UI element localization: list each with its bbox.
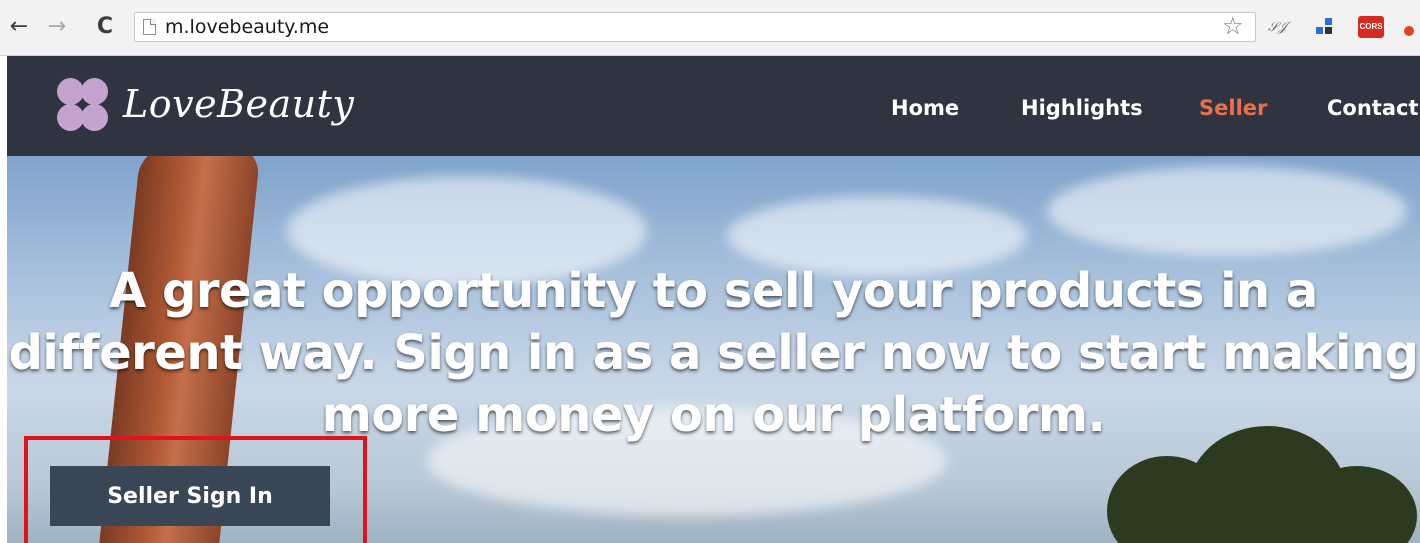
seller-sign-in-button[interactable]: Seller Sign In	[50, 466, 330, 526]
cloud-shape	[1047, 166, 1407, 256]
reload-icon[interactable]: C	[92, 14, 118, 40]
extension-script-icon[interactable]: 𝒮𝒥	[1268, 20, 1287, 35]
bookmark-star-icon[interactable]: ☆	[1222, 12, 1244, 40]
hero-banner: A great opportunity to sell your product…	[7, 156, 1420, 543]
extension-blocks-icon[interactable]	[1316, 18, 1334, 34]
logo-text[interactable]: LoveBeauty	[123, 82, 354, 126]
site-header: LoveBeauty Home Highlights Seller Contac…	[7, 56, 1420, 156]
browser-toolbar: ← → C m.lovebeauty.me ☆ 𝒮𝒥 CORS	[0, 0, 1420, 56]
address-bar[interactable]: m.lovebeauty.me	[134, 12, 1256, 42]
page-icon	[143, 19, 156, 35]
nav-link-seller[interactable]: Seller	[1199, 96, 1267, 120]
back-arrow-icon[interactable]: ←	[6, 14, 32, 40]
nav-link-home[interactable]: Home	[891, 96, 959, 120]
extension-cors-icon[interactable]: CORS	[1358, 16, 1384, 38]
nav-link-contact[interactable]: Contact	[1327, 96, 1419, 120]
extension-partial-icon[interactable]	[1404, 26, 1414, 36]
url-text[interactable]: m.lovebeauty.me	[165, 16, 329, 38]
forward-arrow-icon[interactable]: →	[44, 14, 70, 40]
nav-link-highlights[interactable]: Highlights	[1021, 96, 1143, 120]
hero-headline: A great opportunity to sell your product…	[8, 263, 1420, 443]
flower-logo-icon[interactable]	[55, 78, 115, 134]
